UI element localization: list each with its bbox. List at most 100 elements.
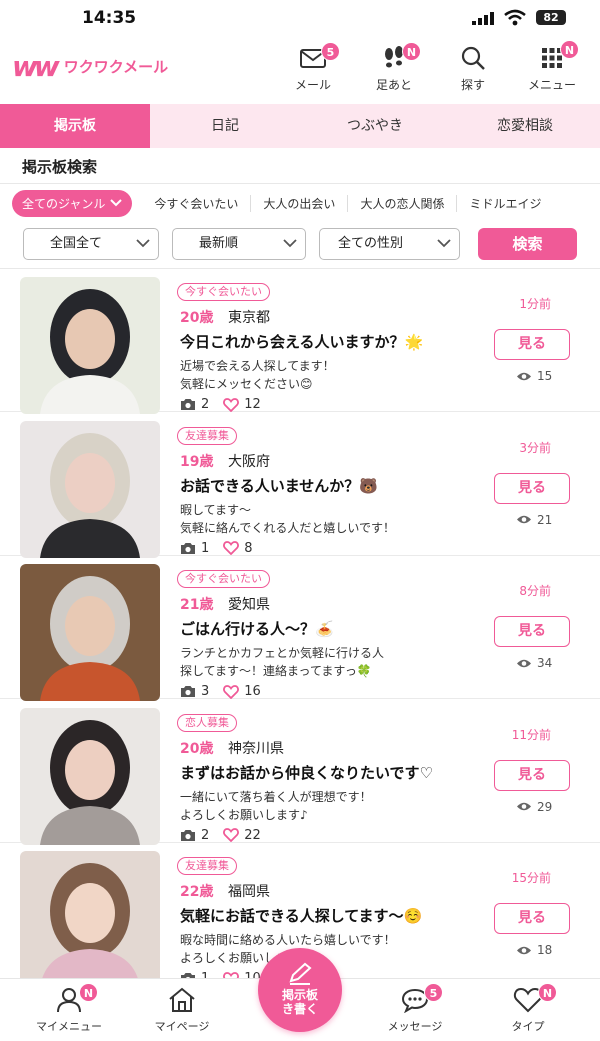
search-icon bbox=[461, 46, 485, 70]
gender-select-value: 全ての性別 bbox=[338, 236, 404, 251]
post-time: 3分前 bbox=[519, 440, 551, 455]
photo-count: 1 bbox=[180, 541, 209, 556]
post-body-line: 気軽に絡んでくれる人だと嬉しいです！ bbox=[180, 520, 396, 535]
search-section-header: 掲示板検索 bbox=[0, 148, 600, 184]
menu-button[interactable]: メニュー N bbox=[520, 40, 584, 96]
tab-diary[interactable]: 日記 bbox=[150, 104, 300, 148]
heart-icon bbox=[223, 684, 240, 699]
view-count: 34 bbox=[516, 656, 552, 670]
mail-button[interactable]: メール 5 bbox=[281, 42, 345, 96]
nav-my-menu[interactable]: マイメニュー N bbox=[24, 983, 114, 1034]
post-title[interactable]: 気軽にお話できる人探してます〜☺️ bbox=[180, 905, 422, 926]
eye-icon bbox=[517, 515, 531, 524]
footprints-button[interactable]: 足あと N bbox=[362, 42, 426, 96]
view-count-value: 34 bbox=[537, 656, 553, 670]
post-age: 19歳 bbox=[180, 453, 214, 470]
view-post-button[interactable]: 見る bbox=[494, 616, 570, 647]
view-post-button[interactable]: 見る bbox=[494, 759, 570, 791]
genre-chip[interactable]: 大人の出会い bbox=[251, 194, 349, 212]
like-count-value: 12 bbox=[244, 397, 261, 412]
post-body: 一緒にいて落ち着く人が理想です！ よろしくお願いします♪ bbox=[180, 788, 372, 824]
search-nav-button[interactable]: 探す bbox=[441, 44, 505, 96]
post-title[interactable]: お話できる人いませんか？🐻 bbox=[180, 475, 378, 496]
logo-mark: ww bbox=[12, 50, 60, 83]
post-time: 8分前 bbox=[519, 584, 551, 598]
post-location: 東京都 bbox=[228, 310, 270, 326]
home-icon bbox=[169, 987, 195, 1012]
nav-messages[interactable]: メッセージ 5 bbox=[370, 983, 460, 1034]
eye-icon bbox=[517, 372, 531, 380]
photo-count: 2 bbox=[180, 828, 209, 843]
app-logo[interactable]: ww ワクワクメール bbox=[12, 50, 168, 83]
gender-select[interactable]: 全ての性別 bbox=[319, 228, 460, 260]
photo-count: 2 bbox=[180, 397, 209, 412]
menu-badge: N bbox=[560, 40, 579, 59]
nav-type-badge: N bbox=[538, 983, 557, 1002]
like-count-value: 16 bbox=[244, 684, 261, 699]
post-list-item[interactable]: 今すぐ会いたい 20歳 東京都 今日これから会える人いますか？🌟 近場で会える人探してま… bbox=[0, 269, 600, 414]
write-post-label-2: き書く bbox=[281, 1002, 318, 1016]
post-thumbnail[interactable] bbox=[20, 707, 160, 845]
nav-my-page[interactable]: マイページ bbox=[137, 987, 227, 1034]
chevron-down-icon bbox=[136, 239, 150, 248]
post-thumbnail[interactable] bbox=[20, 420, 160, 558]
app-name: ワクワクメール bbox=[63, 58, 169, 76]
section-title: 掲示板検索 bbox=[22, 158, 98, 176]
eye-icon bbox=[517, 946, 531, 954]
nav-type[interactable]: タイプ N bbox=[483, 983, 573, 1034]
view-post-button[interactable]: 見る bbox=[494, 329, 570, 360]
like-count[interactable]: 8 bbox=[223, 540, 253, 556]
sort-select[interactable]: 最新順 bbox=[172, 228, 306, 260]
post-title[interactable]: 今日これから会える人いますか？🌟 bbox=[180, 331, 423, 352]
camera-icon bbox=[181, 829, 195, 841]
post-body-line: 気軽にメッセください😊 bbox=[180, 377, 313, 391]
post-time: 15分前 bbox=[511, 871, 551, 885]
post-body-line: 一緒にいて落ち着く人が理想です！ bbox=[180, 789, 372, 804]
post-location: 愛知県 bbox=[228, 597, 270, 613]
genre-chip[interactable]: 今すぐ会いたい bbox=[142, 194, 252, 212]
post-meta: 18 bbox=[180, 541, 267, 556]
post-age: 22歳 bbox=[180, 884, 214, 900]
like-count[interactable]: 16 bbox=[223, 684, 261, 699]
search-button[interactable]: 検索 bbox=[478, 228, 577, 260]
post-location: 大阪府 bbox=[228, 453, 270, 470]
app-header: ww ワクワクメール メール 5 足あと N 探す メニュー N bbox=[0, 36, 600, 104]
area-select[interactable]: 全国全て bbox=[23, 228, 159, 260]
write-post-button[interactable]: 掲示板 き書く bbox=[258, 948, 342, 1032]
eye-icon bbox=[517, 659, 531, 667]
nav-messages-label: メッセージ bbox=[387, 1020, 443, 1033]
menu-label: メニュー bbox=[527, 78, 576, 92]
post-thumbnail[interactable] bbox=[20, 851, 160, 988]
post-body-line: 探してます〜！連絡まってますっ🍀 bbox=[180, 664, 372, 678]
post-thumbnail[interactable] bbox=[20, 277, 160, 414]
genre-all-chip[interactable]: 全てのジャンル bbox=[12, 189, 133, 217]
tab-bulletin-board[interactable]: 掲示板 bbox=[0, 104, 150, 148]
view-post-button[interactable]: 見る bbox=[494, 472, 570, 504]
view-count: 18 bbox=[516, 943, 552, 957]
genre-filter-bar: 全てのジャンル 今すぐ会いたい 大人の出会い 大人の恋人関係 ミドルエイジ bbox=[0, 186, 600, 220]
nav-my-menu-label: マイメニュー bbox=[36, 1020, 102, 1033]
post-list-item[interactable]: 今すぐ会いたい 21歳 愛知県 ごはん行ける人〜？🍝 ランチとかカフェとか気軽に行ける人… bbox=[0, 556, 600, 701]
post-location: 福岡県 bbox=[228, 884, 270, 900]
photo-count-value: 2 bbox=[201, 827, 210, 843]
camera-icon bbox=[181, 542, 195, 554]
like-count[interactable]: 12 bbox=[223, 397, 261, 412]
post-list-item[interactable]: 恋人募集 20歳 神奈川県 まずはお話から仲良くなりたいです♡ 一緒にいて落ち着く人が理… bbox=[0, 700, 600, 845]
post-thumbnail[interactable] bbox=[20, 564, 160, 701]
view-count-value: 21 bbox=[537, 512, 553, 527]
post-body-line: ランチとかカフェとか気軽に行ける人 bbox=[180, 646, 385, 660]
post-list-item[interactable]: 友達募集 19歳 大阪府 お話できる人いませんか？🐻 暇してます〜 気軽に絡んでくれる人だ… bbox=[0, 413, 600, 558]
tab-love-advice[interactable]: 恋愛相談 bbox=[450, 104, 600, 148]
view-count: 15 bbox=[516, 369, 552, 383]
nav-my-menu-badge: N bbox=[79, 983, 98, 1002]
like-count[interactable]: 22 bbox=[223, 828, 261, 843]
genre-chip[interactable]: 大人の恋人関係 bbox=[348, 194, 458, 212]
view-post-button[interactable]: 見る bbox=[494, 903, 570, 934]
tab-tweets[interactable]: つぶやき bbox=[300, 104, 450, 148]
post-title[interactable]: ごはん行ける人〜？🍝 bbox=[180, 618, 334, 639]
avatar-photo bbox=[20, 851, 160, 988]
like-count-value: 8 bbox=[244, 540, 253, 556]
genre-chip[interactable]: ミドルエイジ bbox=[457, 195, 553, 212]
post-title[interactable]: まずはお話から仲良くなりたいです♡ bbox=[180, 762, 433, 783]
like-count-value: 22 bbox=[244, 827, 261, 843]
